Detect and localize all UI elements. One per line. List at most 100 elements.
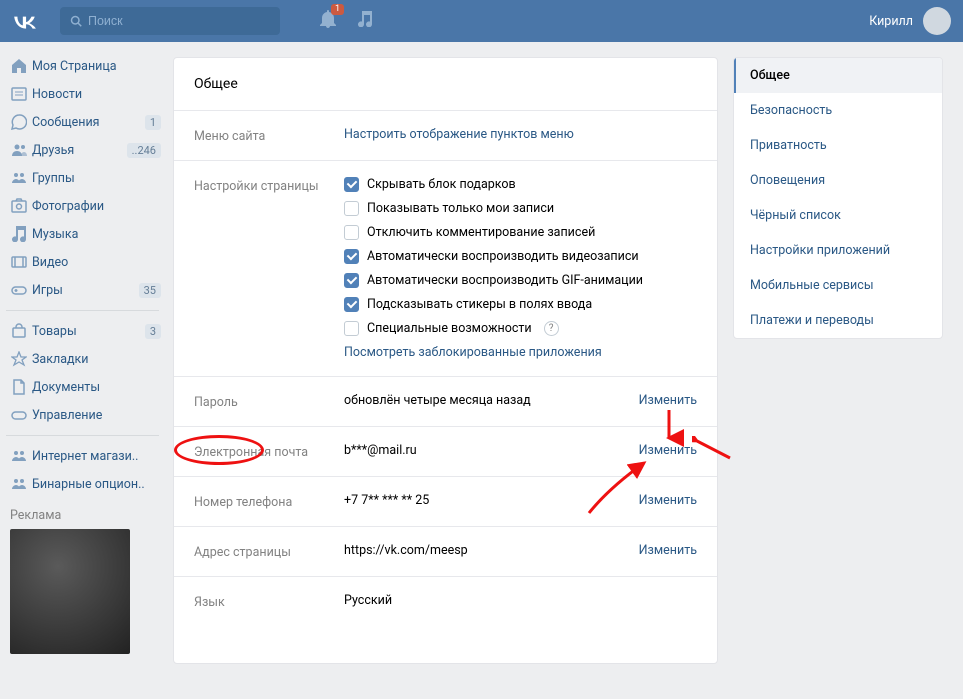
content-title: Общее (174, 58, 717, 111)
nav-item[interactable]: Группы (6, 164, 165, 192)
docs-icon (6, 379, 32, 395)
settings-tab[interactable]: Платежи и переводы (734, 303, 942, 338)
settings-tab[interactable]: Приватность (734, 128, 942, 163)
nav-item-label: Друзья (32, 143, 127, 158)
msg-icon (6, 114, 32, 130)
nav-item-label: Интернет магази.. (32, 449, 161, 464)
nav-item[interactable]: Моя Страница (6, 52, 165, 80)
ad-label: Реклама (6, 498, 165, 529)
nav-item-label: Игры (32, 283, 139, 298)
bookmark-icon (6, 351, 32, 367)
manage-icon (6, 407, 32, 423)
music-icon (6, 226, 32, 242)
nav-item-count: 3 (145, 324, 161, 339)
checkbox[interactable] (344, 225, 359, 240)
email-change-link[interactable]: Изменить (639, 443, 697, 460)
checkbox[interactable] (344, 297, 359, 312)
nav-item[interactable]: Закладки (6, 345, 165, 373)
left-nav: Моя СтраницаНовостиСообщения1Друзья..246… (0, 42, 165, 664)
games-icon (6, 282, 32, 298)
nav-item-label: Сообщения (32, 115, 145, 130)
checkbox-row: Автоматически воспроизводить GIF-анимаци… (344, 273, 697, 288)
settings-tab[interactable]: Оповещения (734, 163, 942, 198)
checkbox[interactable] (344, 249, 359, 264)
search-input[interactable] (88, 14, 249, 28)
search-box[interactable] (60, 7, 280, 35)
nav-item[interactable]: Документы (6, 373, 165, 401)
settings-content: Общее Меню сайта Настроить отображение п… (173, 57, 718, 664)
user-menu[interactable]: Кирилл (869, 7, 951, 35)
checkbox[interactable] (344, 273, 359, 288)
notifications-icon[interactable]: 1 (320, 10, 336, 32)
nav-item-label: Моя Страница (32, 59, 161, 74)
nav-item[interactable]: Товары3 (6, 317, 165, 345)
row-language: Язык Русский (174, 577, 717, 626)
checkbox-row: Подсказывать стикеры в полях ввода (344, 297, 697, 312)
nav-item[interactable]: Бинарные опцион.. (6, 470, 165, 498)
address-change-link[interactable]: Изменить (639, 543, 697, 560)
settings-tab[interactable]: Настройки приложений (734, 233, 942, 268)
settings-tab[interactable]: Мобильные сервисы (734, 268, 942, 303)
checkbox-label: Автоматически воспроизводить видеозаписи (367, 249, 639, 264)
groups-icon (6, 448, 32, 464)
nav-item-count: 1 (145, 115, 161, 130)
checkbox-label: Автоматически воспроизводить GIF-анимаци… (367, 273, 643, 288)
row-phone: Номер телефона +7 7** *** ** 25 Изменить (174, 477, 717, 527)
phone-change-link[interactable]: Изменить (639, 493, 697, 510)
row-address: Адрес страницы https://vk.com/meesp Изме… (174, 527, 717, 577)
nav-item-label: Фотографии (32, 199, 161, 214)
password-change-link[interactable]: Изменить (639, 393, 697, 410)
nav-item[interactable]: Интернет магази.. (6, 442, 165, 470)
menu-settings-link[interactable]: Настроить отображение пунктов меню (344, 127, 574, 142)
nav-item-label: Группы (32, 171, 161, 186)
photo-icon (6, 198, 32, 214)
checkbox-row: Показывать только мои записи (344, 201, 697, 216)
nav-item-count: ..246 (127, 143, 161, 158)
nav-item-label: Управление (32, 408, 161, 423)
nav-item[interactable]: Видео (6, 248, 165, 276)
checkbox-row: Специальные возможности? (344, 321, 697, 336)
nav-item-label: Музыка (32, 227, 161, 242)
nav-item[interactable]: Игры35 (6, 276, 165, 304)
checkbox[interactable] (344, 177, 359, 192)
nav-item-label: Новости (32, 87, 161, 102)
username: Кирилл (869, 14, 913, 29)
nav-item-label: Товары (32, 324, 145, 339)
checkbox-label: Показывать только мои записи (367, 201, 554, 216)
checkbox-label: Специальные возможности (367, 321, 532, 336)
nav-item[interactable]: Управление (6, 401, 165, 429)
nav-item[interactable]: Фотографии (6, 192, 165, 220)
market-icon (6, 323, 32, 339)
nav-item-label: Закладки (32, 352, 161, 367)
settings-tab[interactable]: Чёрный список (734, 198, 942, 233)
notification-badge: 1 (331, 4, 344, 15)
help-icon[interactable]: ? (544, 321, 559, 336)
row-email: Электронная почта b***@mail.ru Изменить (174, 427, 717, 477)
nav-item-label: Бинарные опцион.. (32, 477, 161, 492)
nav-item-label: Документы (32, 380, 161, 395)
home-icon (6, 58, 32, 74)
settings-tab[interactable]: Общее (734, 58, 942, 93)
checkbox-label: Подсказывать стикеры в полях ввода (367, 297, 592, 312)
user-avatar (923, 7, 951, 35)
settings-tab[interactable]: Безопасность (734, 93, 942, 128)
checkbox-label: Отключить комментирование записей (367, 225, 595, 240)
nav-item[interactable]: Новости (6, 80, 165, 108)
ad-image[interactable] (10, 529, 130, 654)
row-password: Пароль обновлён четыре месяца назад Изме… (174, 377, 717, 427)
blocked-apps-link[interactable]: Посмотреть заблокированные приложения (344, 345, 697, 360)
checkbox[interactable] (344, 201, 359, 216)
checkbox-row: Автоматически воспроизводить видеозаписи (344, 249, 697, 264)
groups-icon (6, 476, 32, 492)
checkbox[interactable] (344, 321, 359, 336)
music-icon[interactable] (358, 11, 372, 31)
vk-logo[interactable] (12, 7, 40, 35)
nav-item-label: Видео (32, 255, 161, 270)
nav-item[interactable]: Друзья..246 (6, 136, 165, 164)
groups-icon (6, 170, 32, 186)
nav-item[interactable]: Сообщения1 (6, 108, 165, 136)
nav-item[interactable]: Музыка (6, 220, 165, 248)
search-icon (70, 15, 82, 27)
header: 1 Кирилл (0, 0, 963, 42)
settings-tabs: ОбщееБезопасностьПриватностьОповещенияЧё… (733, 57, 943, 339)
